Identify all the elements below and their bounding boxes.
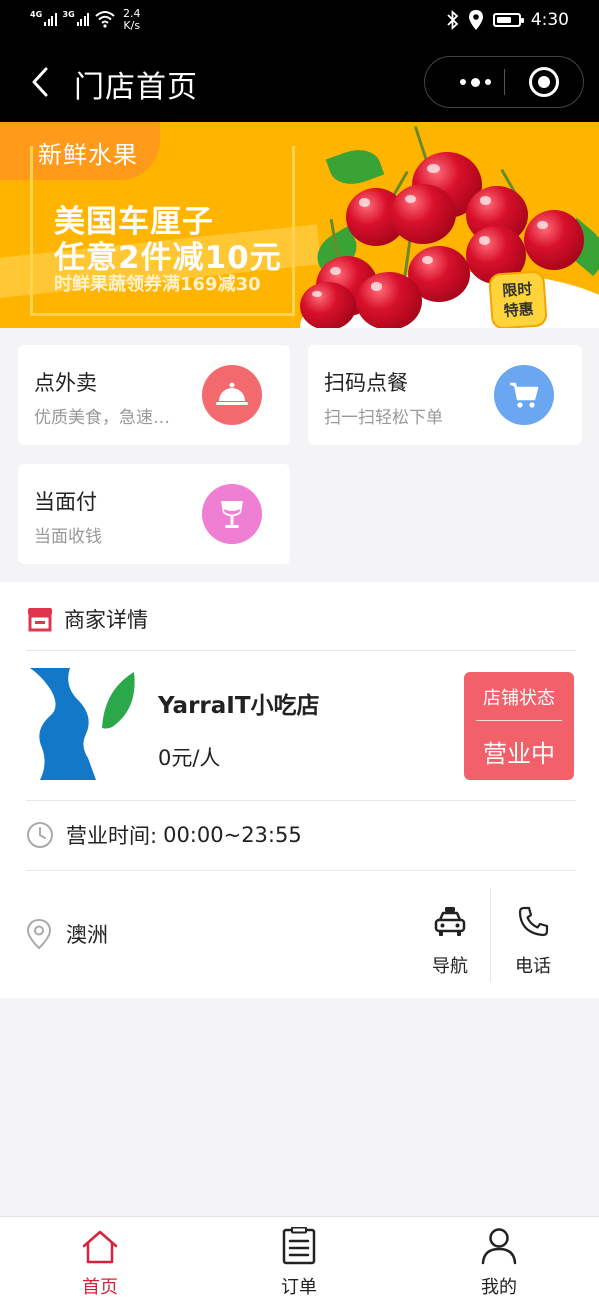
bluetooth-icon	[447, 10, 459, 30]
call-button[interactable]: 电话	[498, 902, 568, 978]
business-hours: 营业时间: 00:00~23:55	[26, 820, 302, 850]
service-desc: 扫一扫轻松下单	[324, 408, 443, 428]
order-list-icon	[282, 1227, 316, 1265]
tab-home[interactable]: 首页	[50, 1225, 150, 1299]
hours-label: 营业时间:	[66, 824, 158, 848]
nav-bar: 门店首页	[0, 42, 599, 122]
divider	[26, 650, 576, 651]
shop-name: YarraIT小吃店	[158, 693, 320, 719]
wifi-icon	[95, 11, 115, 28]
store-status-label: 店铺状态	[483, 688, 555, 709]
cart-icon	[494, 365, 554, 425]
promo-banner[interactable]: 新鲜水果 美国车厘子 任意2件减10元 时鲜果蔬领券满169减30 限时 特惠	[0, 122, 599, 328]
action-divider	[490, 888, 491, 982]
cherry-image	[300, 282, 356, 328]
network-type-1: 4G	[30, 10, 43, 19]
store-address: 澳洲	[26, 918, 108, 950]
more-icon[interactable]	[447, 57, 503, 107]
merchant-section-header: 商家详情	[26, 604, 148, 634]
signal-icon: 3G	[62, 8, 89, 26]
address-text: 澳洲	[66, 923, 108, 947]
store-logo	[30, 668, 135, 780]
status-bar-right: 4:30	[447, 10, 569, 30]
banner-tag: 新鲜水果	[38, 141, 138, 169]
bottom-tab-bar: 首页 订单 我的	[0, 1216, 599, 1299]
service-desc: 当面收钱	[34, 527, 102, 547]
cherry-image	[390, 184, 456, 244]
service-title: 点外卖	[34, 371, 97, 395]
limited-offer-badge: 限时 特惠	[488, 270, 548, 328]
service-title: 扫码点餐	[324, 371, 408, 395]
price-per-person: 0元/人	[158, 746, 221, 770]
hours-value: 00:00~23:55	[163, 823, 302, 847]
store-icon	[28, 608, 52, 632]
status-bar: 4G 3G 2.4 K/s 4:30	[0, 0, 599, 42]
status-divider	[476, 720, 562, 721]
back-arrow-icon[interactable]	[24, 64, 60, 100]
service-title: 当面付	[34, 490, 97, 514]
tab-orders[interactable]: 订单	[249, 1225, 349, 1299]
divider	[26, 800, 576, 801]
network-type-2: 3G	[62, 10, 75, 19]
tab-label: 我的	[481, 1277, 517, 1298]
user-icon	[481, 1228, 517, 1265]
signal-icon: 4G	[30, 8, 57, 26]
cherry-image	[356, 272, 422, 328]
tab-label: 订单	[281, 1277, 317, 1298]
section-title: 商家详情	[64, 608, 148, 632]
navigate-button[interactable]: 导航	[415, 902, 485, 978]
cherry-image	[524, 210, 584, 270]
taxi-icon	[434, 907, 466, 936]
location-icon	[468, 10, 483, 30]
service-card-delivery[interactable]: 点外卖 优质美食，急速…	[18, 345, 290, 445]
close-mini-program-icon[interactable]	[529, 67, 559, 97]
tab-profile[interactable]: 我的	[449, 1225, 549, 1299]
speed-unit: K/s	[123, 19, 141, 32]
clock: 4:30	[530, 10, 569, 30]
navigate-label: 导航	[432, 956, 468, 977]
service-card-pay-in-person[interactable]: 当面付 当面收钱	[18, 464, 290, 564]
page-title: 门店首页	[74, 70, 198, 105]
tab-label: 首页	[82, 1277, 118, 1298]
battery-icon	[492, 13, 524, 27]
cloche-icon	[202, 365, 262, 425]
network-speed: 2.4 K/s	[123, 8, 141, 32]
store-status-value: 营业中	[483, 740, 555, 768]
map-pin-icon	[26, 918, 52, 950]
phone-label: 电话	[515, 956, 551, 977]
glass-icon	[202, 484, 262, 544]
service-desc: 优质美食，急速…	[34, 408, 170, 428]
clock-icon	[27, 822, 53, 848]
home-icon	[82, 1230, 118, 1264]
merchant-section: 商家详情 YarraIT小吃店 0元/人 店铺状态 营业中 营业时间: 00:0…	[0, 582, 599, 998]
capsule-divider	[504, 69, 505, 95]
phone-icon	[518, 906, 549, 937]
banner-subline: 时鲜果蔬领券满169减30	[54, 274, 261, 295]
badge-line: 特惠	[503, 299, 535, 321]
divider	[26, 870, 576, 871]
store-status-badge: 店铺状态 营业中	[464, 672, 574, 780]
status-bar-left: 4G 3G 2.4 K/s	[30, 8, 141, 32]
service-card-scan-order[interactable]: 扫码点餐 扫一扫轻松下单	[308, 345, 582, 445]
leaf-image	[325, 142, 385, 192]
mini-program-capsule	[424, 56, 584, 108]
